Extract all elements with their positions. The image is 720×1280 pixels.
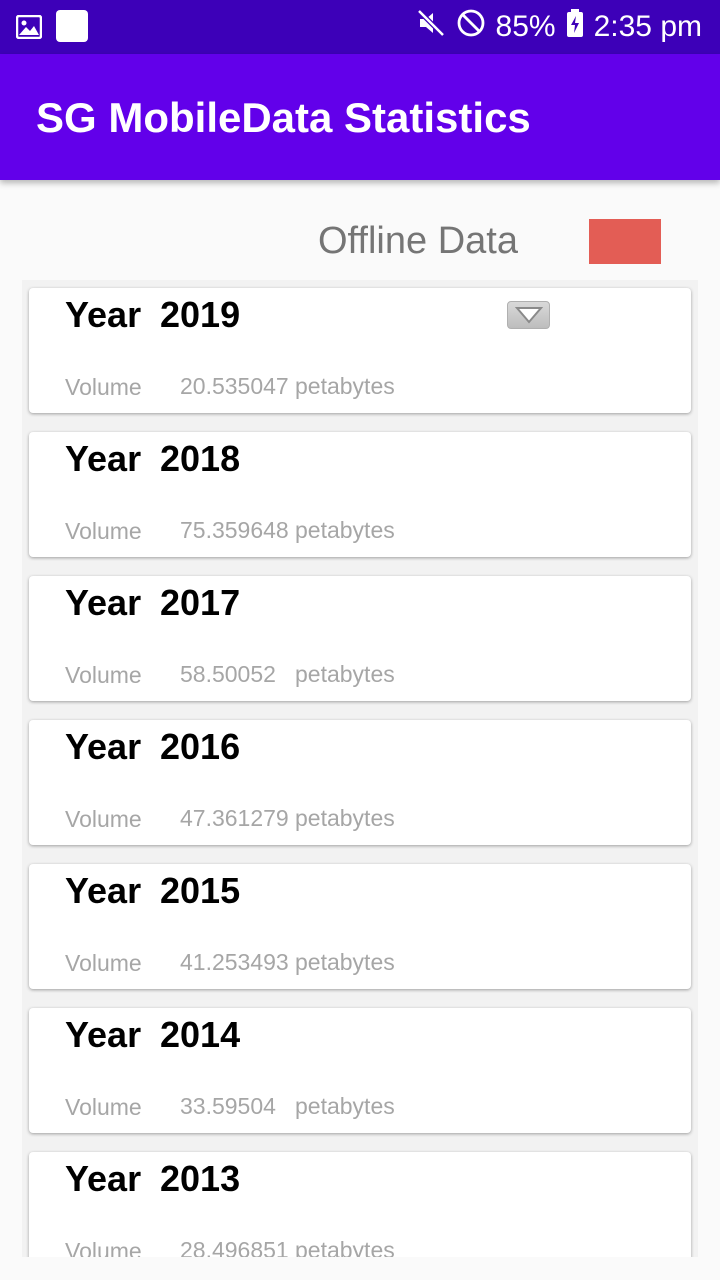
year-value: 2017 — [160, 582, 241, 623]
offline-data-row: Offline Data — [0, 218, 720, 266]
battery-charging-icon — [566, 8, 584, 46]
volume-unit: petabytes — [295, 373, 395, 399]
volume-value: 41.253493 — [180, 949, 289, 975]
status-bar: 85% 2:35 pm — [0, 0, 720, 54]
year-label: Year — [65, 294, 142, 335]
year-label: Year — [65, 726, 142, 767]
year-value: 2019 — [160, 294, 241, 335]
image-icon — [15, 14, 43, 40]
year-value: 2018 — [160, 438, 241, 479]
year-label: Year — [65, 438, 142, 479]
volume-label: Volume — [65, 1094, 142, 1120]
volume-value: 75.359648 — [180, 517, 289, 543]
volume-unit: petabytes — [295, 1093, 395, 1119]
status-time: 2:35 pm — [593, 10, 702, 43]
volume-label: Volume — [65, 1238, 142, 1257]
volume-label: Volume — [65, 950, 142, 976]
year-label: Year — [65, 1014, 142, 1055]
volume-value: 58.50052 — [180, 661, 276, 687]
year-card[interactable]: Year 2014 Volume 33.59504 petabytes — [29, 1008, 691, 1133]
do-not-disturb-icon — [456, 8, 486, 46]
year-label: Year — [65, 870, 142, 911]
volume-unit: petabytes — [295, 805, 395, 831]
year-label: Year — [65, 1158, 142, 1199]
volume-label: Volume — [65, 662, 142, 688]
bottom-edge — [0, 1257, 720, 1280]
volume-value: 33.59504 — [180, 1093, 276, 1119]
offline-data-label: Offline Data — [318, 220, 518, 262]
offline-data-indicator[interactable] — [589, 219, 661, 264]
volume-unit: petabytes — [295, 949, 395, 975]
year-value: 2015 — [160, 870, 241, 911]
volume-value: 28.496851 — [180, 1237, 289, 1257]
notification-square-icon — [56, 10, 88, 42]
volume-value: 20.535047 — [180, 373, 289, 399]
year-card[interactable]: Year 2017 Volume 58.50052 petabytes — [29, 576, 691, 701]
main-content: Offline Data Year 2019 Volume 20.535047 peta… — [0, 180, 720, 1257]
year-label: Year — [65, 582, 142, 623]
battery-percent: 85% — [495, 10, 556, 43]
year-card[interactable]: Year 2018 Volume 75.359648 petabytes — [29, 432, 691, 557]
volume-value: 47.361279 — [180, 805, 289, 831]
volume-label: Volume — [65, 806, 142, 832]
app-title: SG MobileData Statistics — [36, 94, 531, 141]
triangle-down-icon — [514, 307, 544, 324]
year-value: 2016 — [160, 726, 241, 767]
year-card[interactable]: Year 2013 Volume 28.496851 petabytes — [29, 1152, 691, 1257]
volume-unit: petabytes — [295, 1237, 395, 1257]
year-list[interactable]: Year 2019 Volume 20.535047 petabytes Year 2018… — [22, 280, 698, 1257]
year-card[interactable]: Year 2019 Volume 20.535047 petabytes — [29, 288, 691, 413]
volume-unit: petabytes — [295, 517, 395, 543]
volume-unit: petabytes — [295, 661, 395, 687]
volume-label: Volume — [65, 374, 142, 400]
expand-dropdown-button[interactable] — [507, 301, 550, 329]
app-bar: SG MobileData Statistics — [0, 54, 720, 180]
year-value: 2013 — [160, 1158, 241, 1199]
mute-icon — [416, 8, 446, 46]
year-card[interactable]: Year 2016 Volume 47.361279 petabytes — [29, 720, 691, 845]
volume-label: Volume — [65, 518, 142, 544]
year-card[interactable]: Year 2015 Volume 41.253493 petabytes — [29, 864, 691, 989]
year-value: 2014 — [160, 1014, 241, 1055]
